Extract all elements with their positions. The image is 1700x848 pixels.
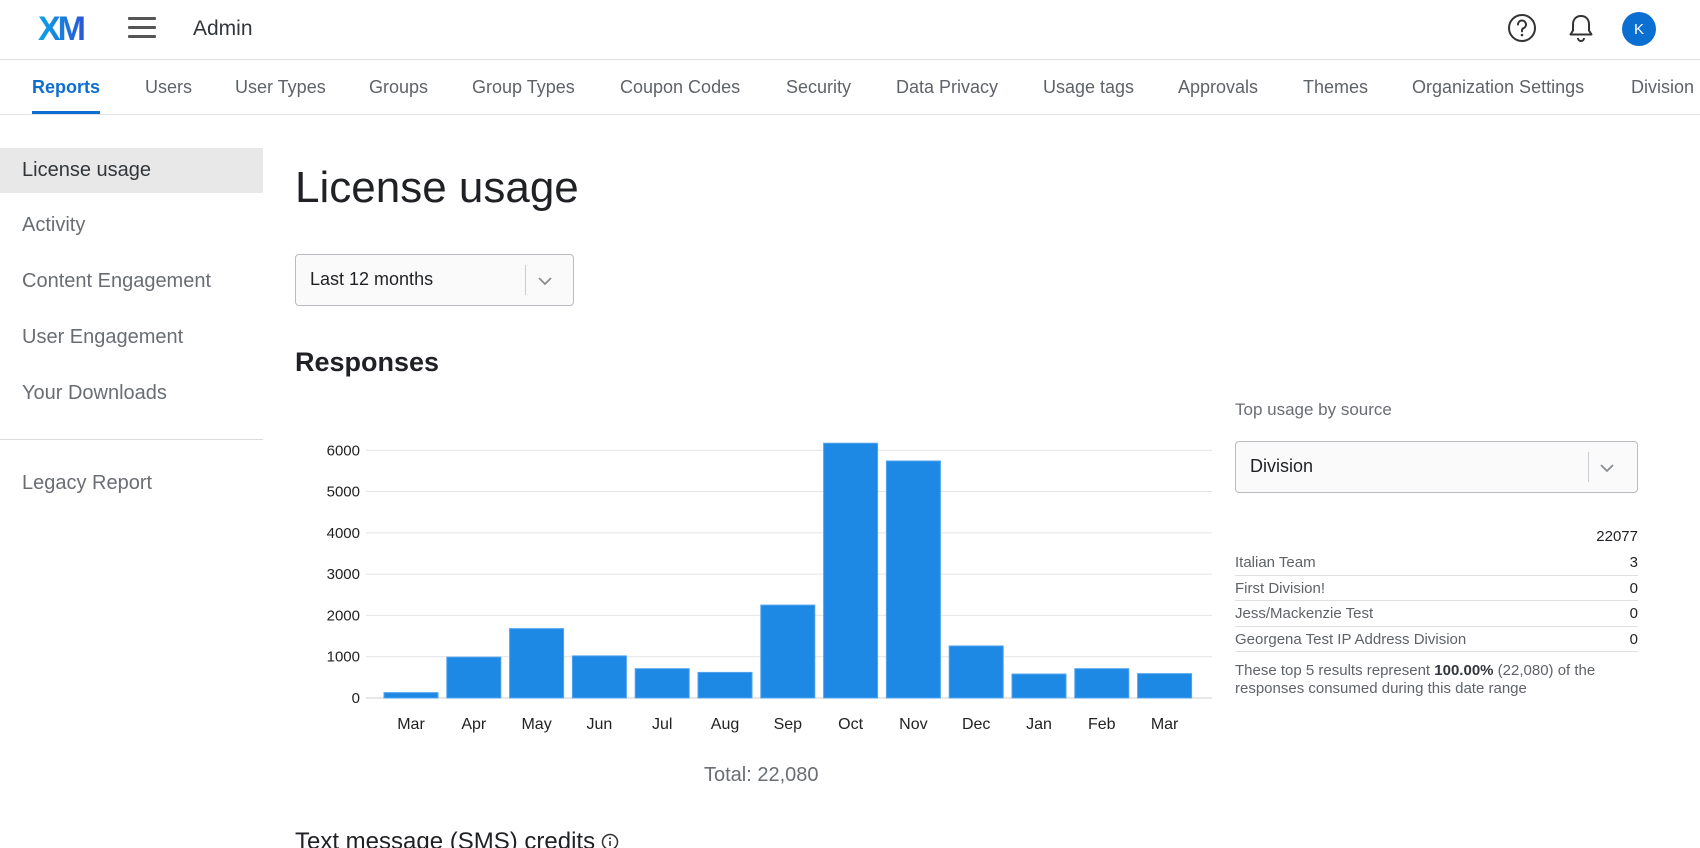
responses-title: Responses <box>295 347 440 377</box>
y-tick-label: 0 <box>352 690 360 707</box>
x-tick-label: Oct <box>838 716 863 733</box>
x-tick-label: Sep <box>774 716 803 733</box>
y-tick-label: 1000 <box>327 649 360 666</box>
admin-tabs: Reports Users User Types Groups Group Ty… <box>0 60 1700 115</box>
x-tick-label: Aug <box>711 716 739 733</box>
chevron-down-icon <box>1600 464 1614 473</box>
info-icon[interactable] <box>601 833 619 848</box>
sidebar-item-user-engagement[interactable]: User Engagement <box>0 315 263 360</box>
y-tick-label: 6000 <box>327 442 360 459</box>
sidebar-item-content-engagement[interactable]: Content Engagement <box>0 259 263 304</box>
date-range-value: Last 12 months <box>310 269 434 289</box>
bar[interactable] <box>697 671 753 699</box>
x-tick-label: May <box>521 716 551 733</box>
tab-division[interactable]: Division <box>1631 60 1694 114</box>
y-tick-label: 5000 <box>327 484 360 501</box>
sms-credits-title: Text message (SMS) credits <box>295 828 619 848</box>
source-count: 0 <box>1629 605 1638 622</box>
note-prefix: These top 5 results represent <box>1235 662 1435 679</box>
xm-logo[interactable]: XM <box>38 10 92 46</box>
bar[interactable] <box>1074 668 1130 699</box>
bar[interactable] <box>571 655 627 699</box>
bar[interactable] <box>1011 673 1067 699</box>
menu-icon[interactable] <box>128 17 156 39</box>
x-tick-label: Feb <box>1088 716 1116 733</box>
sidebar-item-legacy-report[interactable]: Legacy Report <box>0 461 263 506</box>
source-name: Italian Team <box>1235 554 1316 571</box>
x-tick-label: Jul <box>652 716 672 733</box>
bar[interactable] <box>509 628 565 699</box>
source-select-value: Division <box>1250 456 1314 476</box>
tab-group-types[interactable]: Group Types <box>472 60 575 114</box>
bar[interactable] <box>383 692 439 699</box>
x-tick-label: Apr <box>461 716 487 733</box>
tab-user-types[interactable]: User Types <box>235 60 326 114</box>
source-count: 3 <box>1629 554 1638 571</box>
logo-text: XM <box>38 10 85 46</box>
tab-approvals[interactable]: Approvals <box>1178 60 1258 114</box>
tab-themes[interactable]: Themes <box>1303 60 1368 114</box>
x-tick-label: Dec <box>962 716 990 733</box>
source-summary-note: These top 5 results represent 100.00% (2… <box>1235 662 1638 698</box>
sidebar-item-activity[interactable]: Activity <box>0 203 263 248</box>
x-tick-label: Jan <box>1026 716 1052 733</box>
responses-bar-chart: 0 1000 2000 3000 4000 5000 6000 Mar Apr May Jun Jul… <box>327 442 1212 733</box>
bar[interactable] <box>1137 673 1193 699</box>
bar[interactable] <box>948 645 1004 699</box>
source-row: Georgena Test IP Address Division 0 <box>1235 627 1638 652</box>
help-icon[interactable] <box>1507 13 1537 43</box>
chevron-down-icon <box>538 277 552 286</box>
top-usage-label: Top usage by source <box>1235 400 1392 419</box>
source-count: 0 <box>1629 630 1638 648</box>
avatar[interactable]: K <box>1622 12 1656 46</box>
source-name: First Division! <box>1235 579 1326 597</box>
tab-data-privacy[interactable]: Data Privacy <box>896 60 998 114</box>
source-row: Italian Team 3 <box>1235 550 1638 576</box>
source-row: Jess/Mackenzie Test 0 <box>1235 601 1638 627</box>
source-total: 22077 <box>1596 528 1638 545</box>
y-tick-label: 4000 <box>327 525 360 542</box>
source-count: 0 <box>1629 579 1638 597</box>
bar[interactable] <box>446 656 502 699</box>
source-row: First Division! 0 <box>1235 576 1638 601</box>
x-tick-label: Mar <box>397 716 425 733</box>
tab-coupon-codes[interactable]: Coupon Codes <box>620 60 740 114</box>
select-separator <box>1588 452 1589 482</box>
tab-users[interactable]: Users <box>145 60 192 114</box>
sidebar-item-your-downloads[interactable]: Your Downloads <box>0 371 263 416</box>
source-table: Italian Team 3 First Division! 0 Jess/Ma… <box>1235 550 1638 652</box>
tab-security[interactable]: Security <box>786 60 851 114</box>
x-tick-label: Nov <box>899 716 927 733</box>
sidebar-divider <box>0 439 263 440</box>
date-range-select[interactable]: Last 12 months <box>295 254 574 306</box>
bar[interactable] <box>823 442 879 699</box>
page-title: License usage <box>295 163 579 212</box>
y-tick-label: 2000 <box>327 607 360 624</box>
bell-icon[interactable] <box>1567 13 1595 43</box>
tab-groups[interactable]: Groups <box>369 60 428 114</box>
x-tick-label: Jun <box>587 716 613 733</box>
bar[interactable] <box>760 604 816 699</box>
source-select[interactable]: Division <box>1235 441 1638 493</box>
tab-organization-settings[interactable]: Organization Settings <box>1412 60 1584 114</box>
sidebar-item-license-usage[interactable]: License usage <box>0 148 263 193</box>
source-name: Georgena Test IP Address Division <box>1235 630 1467 648</box>
tab-reports[interactable]: Reports <box>32 60 101 114</box>
tab-usage-tags[interactable]: Usage tags <box>1043 60 1134 114</box>
bar[interactable] <box>885 460 941 699</box>
responses-total: Total: 22,080 <box>704 764 819 786</box>
app-title: Admin <box>193 17 253 40</box>
sms-credits-label: Text message (SMS) credits <box>295 828 596 848</box>
select-separator <box>525 265 526 295</box>
x-tick-label: Mar <box>1151 716 1179 733</box>
y-tick-label: 3000 <box>327 566 360 583</box>
top-bar: XM Admin K <box>0 0 1700 60</box>
source-name: Jess/Mackenzie Test <box>1235 605 1374 622</box>
note-percent: 100.00% <box>1434 662 1494 679</box>
bar[interactable] <box>634 668 690 699</box>
